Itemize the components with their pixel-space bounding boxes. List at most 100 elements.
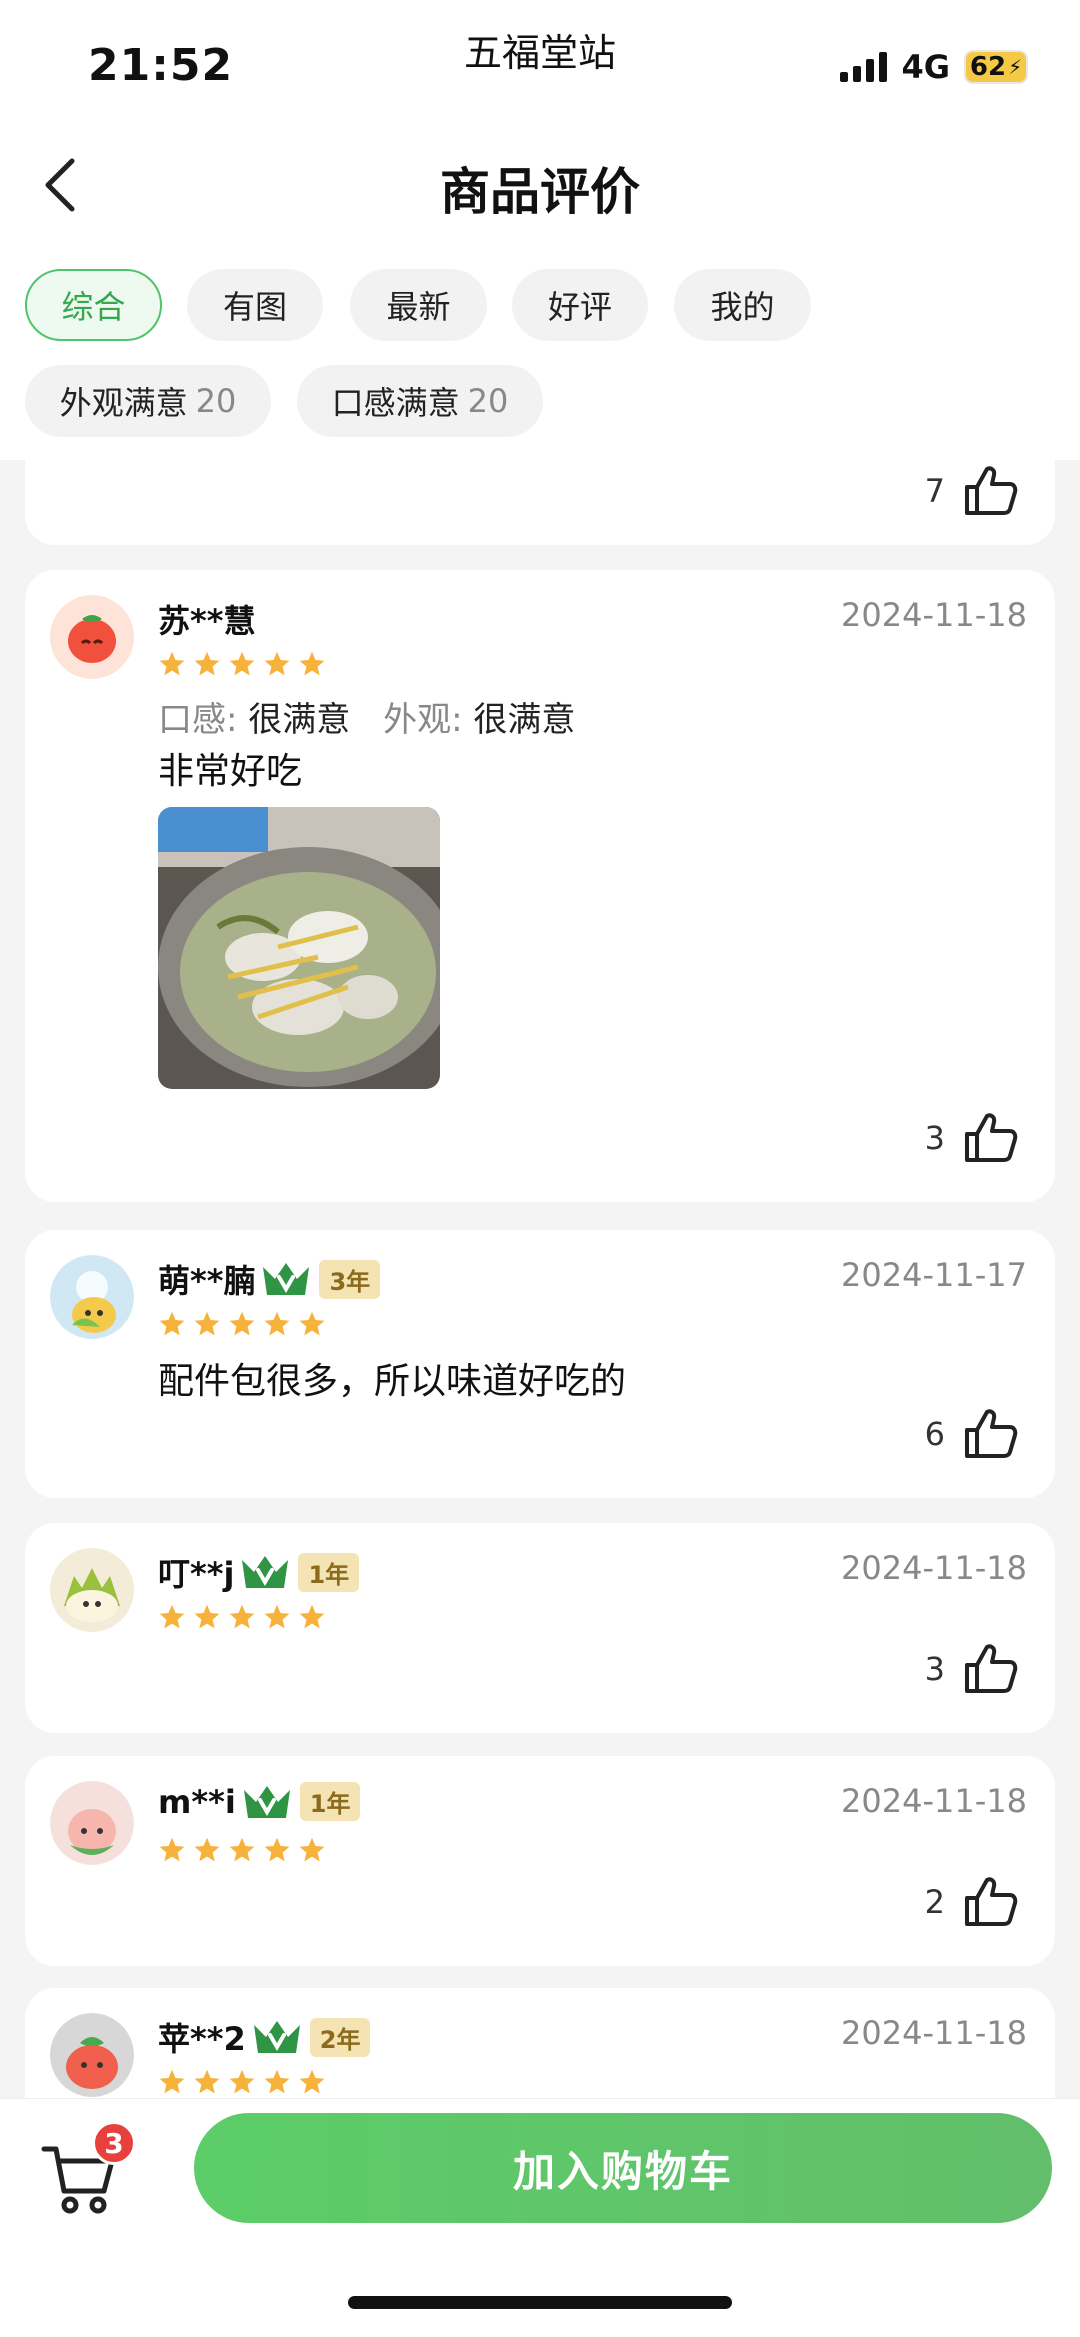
like-count: 3 <box>924 1650 945 1688</box>
review-username: 苹**2 2年 <box>158 2014 371 2060</box>
review-username: 叮**j 1年 <box>158 1549 360 1595</box>
avatar <box>50 595 134 679</box>
add-to-cart-button[interactable]: 加入购物车 <box>194 2113 1052 2223</box>
thumbs-up-icon <box>965 466 1018 515</box>
like-button[interactable]: 3 <box>925 1643 1019 1695</box>
star-icon <box>194 1837 220 1862</box>
filter-chip-latest[interactable]: 最新 <box>350 269 487 341</box>
star-icon <box>194 1604 220 1629</box>
username-text: m**i <box>158 1782 236 1821</box>
username-text: 叮**j <box>158 1555 235 1593</box>
star-icon <box>194 2069 220 2094</box>
avatar <box>50 1781 134 1865</box>
star-icon <box>229 2069 255 2094</box>
review-card: 萌**腩 3年 2024-11-17 配件包很多，所以味道好吃的 6 <box>25 1230 1055 1498</box>
review-username: 萌**腩 3年 <box>158 1256 381 1302</box>
tag-chip-taste[interactable]: 口感满意 20 <box>297 365 543 437</box>
like-count: 6 <box>924 1415 945 1453</box>
review-date: 2024-11-18 <box>841 1782 1027 1820</box>
review-card: m**i 1年 2024-11-18 2 <box>25 1756 1055 1966</box>
star-icon <box>229 1604 255 1629</box>
vip-crown-icon <box>253 2021 300 2053</box>
star-icon <box>264 2069 290 2094</box>
review-card: 苏**慧 2024-11-18 口感: 很满意 外观: 很满意 非常好吃 3 <box>25 570 1055 1202</box>
cart-count-badge: 3 <box>92 2121 136 2165</box>
star-icon <box>159 1604 185 1629</box>
avatar <box>50 2013 134 2097</box>
like-count: 7 <box>924 472 945 510</box>
thumbs-up-icon <box>965 1113 1018 1162</box>
tag-label: 口感满意 <box>331 384 460 422</box>
star-icon <box>159 2069 185 2094</box>
username-text: 萌**腩 <box>158 1262 256 1300</box>
review-date: 2024-11-18 <box>841 2014 1027 2052</box>
star-icon <box>264 1311 290 1336</box>
star-icon <box>159 1837 185 1862</box>
vip-crown-icon <box>243 1785 290 1818</box>
tag-label: 外观满意 <box>59 384 188 422</box>
review-photo[interactable] <box>158 807 440 1089</box>
filter-chip-all[interactable]: 综合 <box>25 269 162 341</box>
like-button[interactable]: 3 <box>925 1112 1019 1164</box>
star-icon <box>229 1837 255 1862</box>
charging-icon: ⚡ <box>1008 55 1023 79</box>
username-text: 苏**慧 <box>158 602 256 640</box>
review-text: 配件包很多，所以味道好吃的 <box>158 1361 627 1402</box>
rating-stars <box>158 650 326 678</box>
network-label: 4G <box>901 48 950 86</box>
thumbs-up-icon <box>965 1644 1018 1693</box>
star-icon <box>194 651 220 676</box>
battery-icon: 62 ⚡ <box>964 50 1028 84</box>
star-icon <box>299 2069 325 2094</box>
like-count: 2 <box>924 1883 945 1921</box>
member-tenure-badge: 2年 <box>309 2017 371 2057</box>
top-area: 21:52 五福堂站 4G 62 ⚡ 商品评价 综合 有图 最新 好评 我的 外观… <box>0 0 1080 460</box>
star-icon <box>299 1311 325 1336</box>
review-date: 2024-11-18 <box>841 1549 1027 1587</box>
filter-chip-positive[interactable]: 好评 <box>512 269 648 341</box>
star-icon <box>264 1604 290 1629</box>
review-card: 7 <box>25 460 1055 545</box>
star-icon <box>264 651 290 676</box>
rating-stars <box>158 1310 326 1338</box>
like-button[interactable]: 2 <box>925 1876 1019 1928</box>
attr-label: 口感: <box>158 700 238 740</box>
vip-crown-icon <box>242 1556 289 1588</box>
tag-chip-appearance[interactable]: 外观满意 20 <box>25 365 271 437</box>
member-tenure-badge: 1年 <box>299 1782 361 1821</box>
vip-crown-icon <box>263 1263 310 1295</box>
filter-chip-mine[interactable]: 我的 <box>674 269 811 341</box>
star-icon <box>159 651 185 676</box>
username-text: 苹**2 <box>158 2020 246 2058</box>
review-text: 非常好吃 <box>158 751 303 792</box>
review-card: 苹**2 2年 2024-11-18 <box>25 1988 1055 2098</box>
tag-count: 20 <box>467 382 509 420</box>
like-count: 3 <box>924 1119 945 1157</box>
thumbs-up-icon <box>965 1409 1018 1458</box>
home-indicator <box>348 2296 732 2309</box>
star-icon <box>159 1311 185 1336</box>
rating-stars <box>158 2068 326 2096</box>
attr-value: 很满意 <box>473 700 576 740</box>
review-date: 2024-11-17 <box>841 1256 1027 1294</box>
review-attributes: 口感: 很满意 外观: 很满意 <box>158 692 575 741</box>
review-username: m**i 1年 <box>158 1782 361 1821</box>
thumbs-up-icon <box>965 1877 1018 1926</box>
avatar <box>50 1255 134 1339</box>
filter-chip-with-photo[interactable]: 有图 <box>187 269 323 341</box>
review-list[interactable]: 7 苏**慧 2024-11-18 口感: 很满意 外观: 很满意 非常好吃 3… <box>0 460 1080 2098</box>
star-icon <box>299 1604 325 1629</box>
avatar <box>50 1548 134 1632</box>
status-indicators: 4G 62 ⚡ <box>840 48 1028 86</box>
like-button[interactable]: 6 <box>925 1408 1019 1460</box>
star-icon <box>299 1837 325 1862</box>
like-button[interactable]: 7 <box>925 465 1019 517</box>
review-card: 叮**j 1年 2024-11-18 3 <box>25 1523 1055 1733</box>
review-date: 2024-11-18 <box>841 596 1027 634</box>
battery-level: 62 <box>969 52 1007 82</box>
page-title: 商品评价 <box>440 163 640 221</box>
star-icon <box>229 1311 255 1336</box>
signal-icon <box>840 52 888 82</box>
rating-stars <box>158 1603 326 1631</box>
member-tenure-badge: 1年 <box>298 1552 360 1592</box>
